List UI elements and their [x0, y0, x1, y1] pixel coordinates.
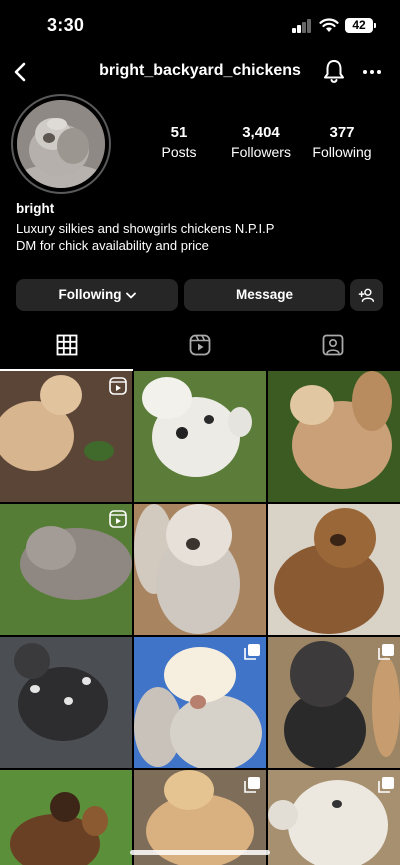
tab-posts-grid[interactable] — [0, 328, 133, 371]
post-thumbnail[interactable] — [134, 371, 266, 502]
followers-stat[interactable]: 3,404 Followers — [226, 124, 296, 160]
grid-icon — [56, 334, 78, 356]
multi-photo-icon — [378, 644, 394, 660]
bell-icon[interactable] — [320, 57, 348, 85]
following-button-label: Following — [58, 287, 122, 302]
post-thumbnail[interactable] — [0, 371, 132, 502]
posts-count: 51 — [170, 124, 188, 141]
home-indicator[interactable] — [130, 850, 270, 855]
following-stat[interactable]: 377 Following — [307, 124, 377, 160]
wifi-icon — [319, 18, 339, 32]
chevron-down-icon — [125, 292, 136, 299]
reel-icon — [109, 377, 127, 395]
post-thumbnail[interactable] — [268, 371, 400, 502]
message-button-label: Message — [235, 287, 294, 302]
post-thumbnail[interactable] — [0, 504, 132, 635]
profile-header: bright_backyard_chickens — [0, 52, 400, 92]
post-thumbnail[interactable] — [268, 504, 400, 635]
profile-username: bright_backyard_chickens — [99, 62, 301, 79]
status-bar: 3:30 42 — [0, 0, 400, 50]
battery-indicator: 42 — [345, 18, 376, 33]
profile-bio: bright Luxury silkies and showgirls chic… — [16, 201, 386, 254]
post-thumbnail[interactable] — [268, 770, 400, 865]
posts-label: Posts — [161, 144, 197, 160]
following-count: 377 — [329, 124, 355, 141]
multi-photo-icon — [378, 777, 394, 793]
status-time: 3:30 — [47, 15, 85, 35]
bio-line: Luxury silkies and showgirls chickens N.… — [16, 221, 275, 236]
following-button[interactable]: Following — [16, 279, 178, 311]
profile-tabs — [0, 328, 400, 371]
post-thumbnail[interactable] — [134, 637, 266, 768]
tagged-icon — [322, 334, 344, 356]
multi-photo-icon — [244, 777, 260, 793]
chevron-left-icon[interactable] — [6, 57, 36, 87]
suggested-users-button[interactable] — [350, 279, 383, 311]
post-thumbnail[interactable] — [134, 504, 266, 635]
tab-tagged[interactable] — [266, 328, 399, 371]
reel-icon — [109, 510, 127, 528]
profile-display-name: bright — [16, 201, 55, 216]
message-button[interactable]: Message — [184, 279, 345, 311]
following-label: Following — [312, 144, 372, 160]
add-user-icon — [358, 288, 374, 303]
bio-line: DM for chick availability and price — [16, 238, 209, 253]
posts-grid — [0, 371, 400, 865]
followers-label: Followers — [231, 144, 291, 160]
followers-count: 3,404 — [242, 124, 280, 141]
cellular-signal-icon — [292, 19, 314, 33]
tab-reels[interactable] — [133, 328, 266, 371]
reels-icon — [189, 334, 211, 356]
post-thumbnail[interactable] — [268, 637, 400, 768]
post-thumbnail[interactable] — [0, 637, 132, 768]
post-thumbnail[interactable] — [0, 770, 132, 865]
more-horizontal-icon[interactable] — [360, 60, 384, 84]
posts-stat[interactable]: 51 Posts — [158, 124, 200, 160]
multi-photo-icon — [244, 644, 260, 660]
avatar[interactable] — [17, 100, 105, 188]
